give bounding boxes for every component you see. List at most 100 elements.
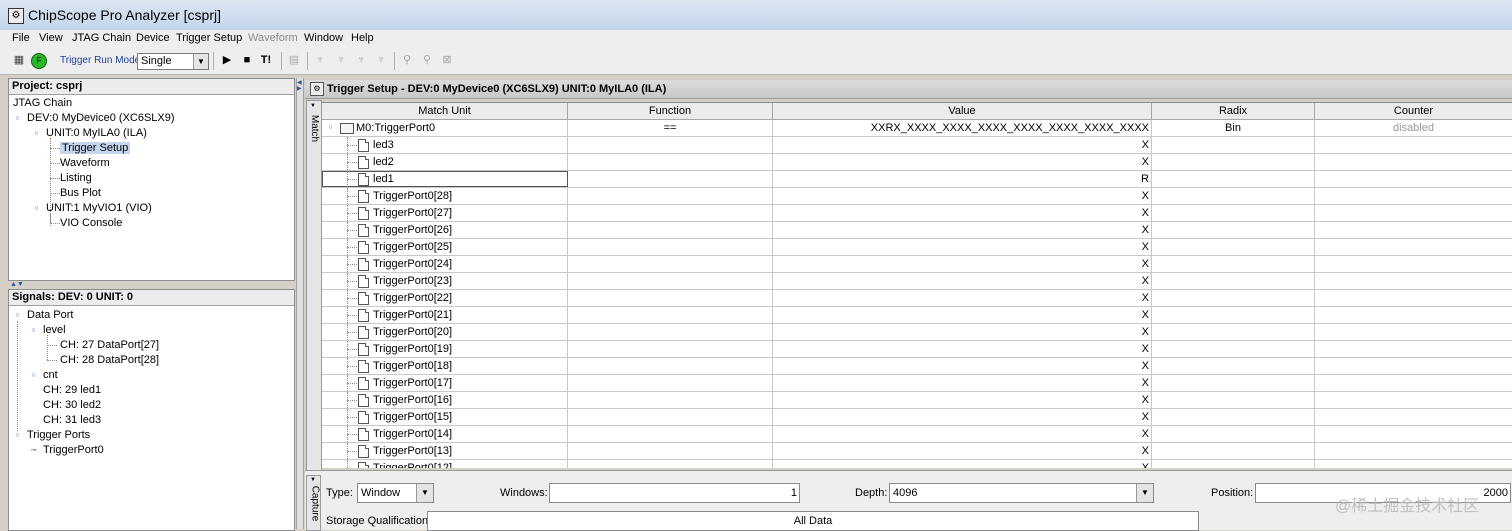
radix-cell[interactable] <box>1152 290 1315 306</box>
menu-jtag-chain[interactable]: JTAG Chain <box>72 32 131 44</box>
table-row[interactable]: TriggerPort0[16] X <box>322 392 1512 409</box>
function-cell[interactable] <box>568 443 773 459</box>
counter-cell[interactable] <box>1315 375 1512 391</box>
chevron-down-icon[interactable]: ▼ <box>416 484 433 502</box>
table-row[interactable]: TriggerPort0[18] X <box>322 358 1512 375</box>
tree-expander-icon[interactable]: ○ <box>14 432 21 439</box>
table-row[interactable]: TriggerPort0[15] X <box>322 409 1512 426</box>
cnt-node[interactable]: cnt <box>43 369 58 381</box>
radix-cell[interactable] <box>1152 256 1315 272</box>
function-cell[interactable] <box>568 154 773 170</box>
depth-select[interactable]: 4096 ▼ <box>889 483 1154 503</box>
value-cell[interactable]: XXRX_XXXX_XXXX_XXXX_XXXX_XXXX_XXXX_XXXX <box>773 120 1152 136</box>
column-header-match-unit[interactable]: Match Unit <box>322 103 568 120</box>
function-cell[interactable] <box>568 341 773 357</box>
match-unit-cell[interactable]: led2 <box>322 154 568 170</box>
match-unit-cell[interactable]: TriggerPort0[21] <box>322 307 568 323</box>
trigger-ports-node[interactable]: Trigger Ports <box>27 429 90 441</box>
value-cell[interactable]: X <box>773 290 1152 306</box>
value-cell[interactable]: X <box>773 137 1152 153</box>
counter-cell[interactable] <box>1315 307 1512 323</box>
function-cell[interactable] <box>568 171 773 187</box>
counter-cell[interactable]: disabled <box>1315 120 1512 136</box>
function-cell[interactable] <box>568 426 773 442</box>
chevron-down-icon[interactable]: ▼ <box>1136 484 1153 502</box>
tree-expander-icon[interactable]: ○ <box>33 130 40 137</box>
counter-cell[interactable] <box>1315 222 1512 238</box>
tree-item-trigger-setup[interactable]: Trigger Setup <box>60 142 131 154</box>
counter-cell[interactable] <box>1315 239 1512 255</box>
marker-icon[interactable]: ♆ <box>374 53 388 67</box>
counter-cell[interactable] <box>1315 256 1512 272</box>
function-cell[interactable] <box>568 137 773 153</box>
trigger-port0-node[interactable]: TriggerPort0 <box>43 444 104 456</box>
document-icon[interactable]: ▤ <box>287 53 301 67</box>
table-row[interactable]: TriggerPort0[12] X <box>322 460 1512 468</box>
function-cell[interactable] <box>568 205 773 221</box>
match-unit-cell[interactable]: TriggerPort0[19] <box>322 341 568 357</box>
counter-cell[interactable] <box>1315 443 1512 459</box>
table-row[interactable]: TriggerPort0[20] X <box>322 324 1512 341</box>
radix-cell[interactable] <box>1152 137 1315 153</box>
column-header-counter[interactable]: Counter <box>1315 103 1512 120</box>
tree-expander-icon[interactable]: ○ <box>14 312 21 319</box>
function-cell[interactable] <box>568 239 773 255</box>
function-cell[interactable]: == <box>568 120 773 136</box>
counter-cell[interactable] <box>1315 205 1512 221</box>
value-cell[interactable]: X <box>773 375 1152 391</box>
counter-cell[interactable] <box>1315 426 1512 442</box>
radix-cell[interactable] <box>1152 375 1315 391</box>
table-row[interactable]: TriggerPort0[26] X <box>322 222 1512 239</box>
tree-expander-icon[interactable]: ○ <box>33 205 40 212</box>
value-cell[interactable]: X <box>773 460 1152 468</box>
capture-side-tab[interactable]: ▼ Capture <box>306 475 321 531</box>
menu-help[interactable]: Help <box>351 32 374 44</box>
table-row[interactable]: TriggerPort0[14] X <box>322 426 1512 443</box>
marker-icon[interactable]: ♆ <box>313 53 327 67</box>
data-port-node[interactable]: Data Port <box>27 309 73 321</box>
radix-cell[interactable] <box>1152 409 1315 425</box>
value-cell[interactable]: X <box>773 324 1152 340</box>
unit0-node[interactable]: UNIT:0 MyILA0 (ILA) <box>46 127 147 139</box>
table-row[interactable]: TriggerPort0[27] X <box>322 205 1512 222</box>
trigger-immediate-button[interactable]: T! <box>259 53 273 67</box>
counter-cell[interactable] <box>1315 324 1512 340</box>
value-cell[interactable]: X <box>773 222 1152 238</box>
splitter-arrows-icon[interactable]: ▲▼ <box>10 281 24 288</box>
radix-cell[interactable]: Bin <box>1152 120 1315 136</box>
table-row[interactable]: TriggerPort0[22] X <box>322 290 1512 307</box>
function-cell[interactable] <box>568 324 773 340</box>
radix-cell[interactable] <box>1152 188 1315 204</box>
radix-cell[interactable] <box>1152 460 1315 468</box>
column-header-radix[interactable]: Radix <box>1152 103 1315 120</box>
run-mode-select[interactable]: Single ▼ <box>137 53 209 70</box>
match-unit-cell[interactable]: TriggerPort0[27] <box>322 205 568 221</box>
match-unit-cell[interactable]: TriggerPort0[26] <box>322 222 568 238</box>
table-row[interactable]: led1 R <box>322 171 1512 188</box>
tree-item-listing[interactable]: Listing <box>60 172 92 184</box>
tree-item-bus-plot[interactable]: Bus Plot <box>60 187 101 199</box>
match-side-tab[interactable]: ▼ Match <box>306 100 322 472</box>
collapse-arrow-icon[interactable]: ▼ <box>310 477 316 483</box>
radix-cell[interactable] <box>1152 392 1315 408</box>
function-cell[interactable] <box>568 358 773 374</box>
match-unit-cell[interactable]: TriggerPort0[12] <box>322 460 568 468</box>
jtag-scan-icon[interactable]: ▦ <box>12 53 26 67</box>
function-cell[interactable] <box>568 392 773 408</box>
function-cell[interactable] <box>568 256 773 272</box>
play-icon[interactable]: ▶ <box>220 53 234 67</box>
match-unit-cell[interactable]: led3 <box>322 137 568 153</box>
counter-cell[interactable] <box>1315 290 1512 306</box>
column-header-value[interactable]: Value <box>773 103 1152 120</box>
table-row[interactable]: TriggerPort0[24] X <box>322 256 1512 273</box>
function-cell[interactable] <box>568 307 773 323</box>
counter-cell[interactable] <box>1315 409 1512 425</box>
value-cell[interactable]: X <box>773 443 1152 459</box>
menu-view[interactable]: View <box>39 32 63 44</box>
table-row[interactable]: TriggerPort0[21] X <box>322 307 1512 324</box>
match-unit-cell[interactable]: TriggerPort0[13] <box>322 443 568 459</box>
zoom-out-icon[interactable]: ⚲ <box>420 53 434 67</box>
marker-icon[interactable]: ♆ <box>334 53 348 67</box>
value-cell[interactable]: R <box>773 171 1152 187</box>
table-row[interactable]: TriggerPort0[13] X <box>322 443 1512 460</box>
